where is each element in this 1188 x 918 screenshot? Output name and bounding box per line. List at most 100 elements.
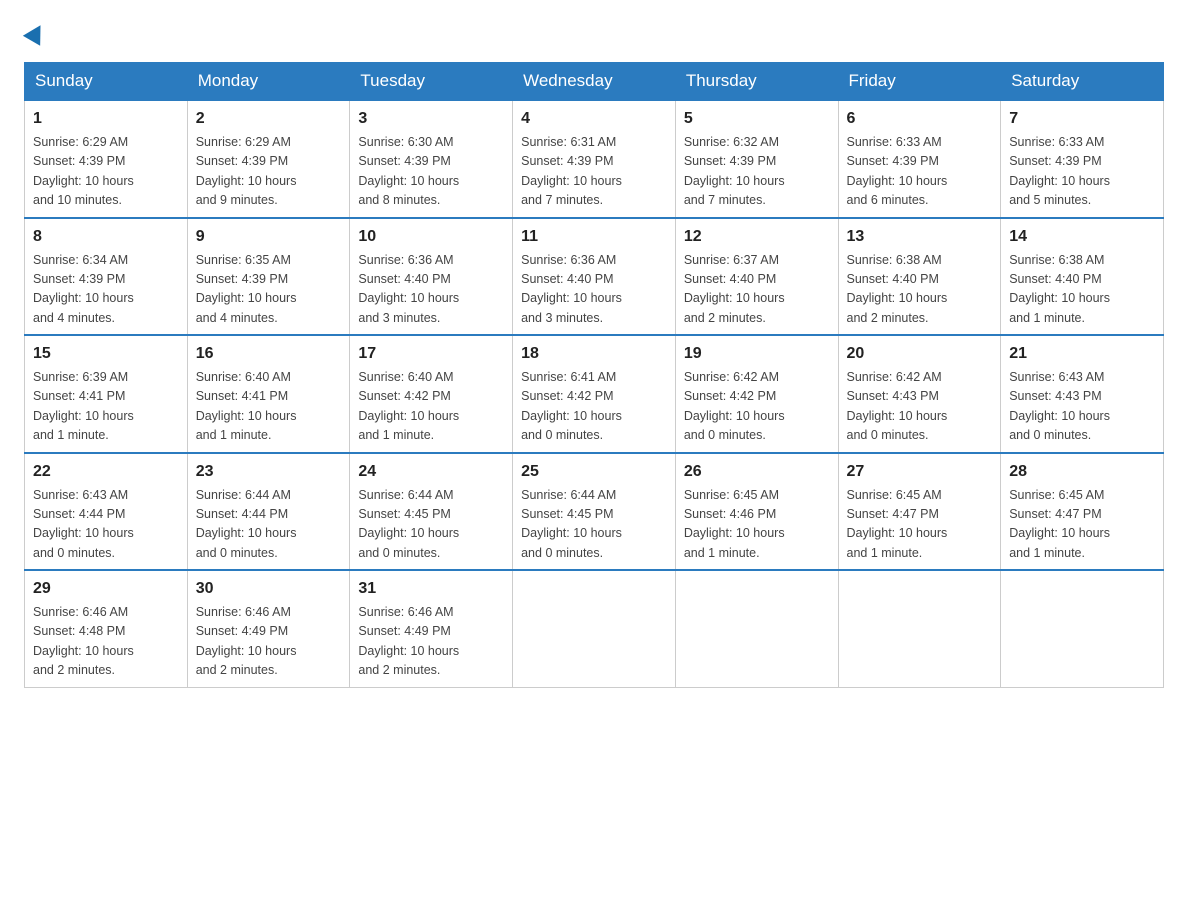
weekday-header-friday: Friday [838,63,1001,101]
day-number: 14 [1009,225,1155,249]
calendar-cell: 29Sunrise: 6:46 AMSunset: 4:48 PMDayligh… [25,570,188,687]
weekday-header-row: SundayMondayTuesdayWednesdayThursdayFrid… [25,63,1164,101]
week-row-3: 15Sunrise: 6:39 AMSunset: 4:41 PMDayligh… [25,335,1164,453]
day-info: Sunrise: 6:46 AMSunset: 4:49 PMDaylight:… [196,603,342,681]
day-info: Sunrise: 6:44 AMSunset: 4:44 PMDaylight:… [196,486,342,564]
day-number: 15 [33,342,179,366]
day-number: 24 [358,460,504,484]
calendar-cell: 5Sunrise: 6:32 AMSunset: 4:39 PMDaylight… [675,100,838,218]
day-number: 13 [847,225,993,249]
day-number: 5 [684,107,830,131]
weekday-header-thursday: Thursday [675,63,838,101]
day-info: Sunrise: 6:29 AMSunset: 4:39 PMDaylight:… [33,133,179,211]
calendar-cell: 6Sunrise: 6:33 AMSunset: 4:39 PMDaylight… [838,100,1001,218]
day-info: Sunrise: 6:45 AMSunset: 4:47 PMDaylight:… [1009,486,1155,564]
day-info: Sunrise: 6:45 AMSunset: 4:47 PMDaylight:… [847,486,993,564]
day-number: 31 [358,577,504,601]
calendar-cell: 16Sunrise: 6:40 AMSunset: 4:41 PMDayligh… [187,335,350,453]
day-info: Sunrise: 6:29 AMSunset: 4:39 PMDaylight:… [196,133,342,211]
calendar-cell [1001,570,1164,687]
weekday-header-saturday: Saturday [1001,63,1164,101]
day-number: 8 [33,225,179,249]
day-info: Sunrise: 6:42 AMSunset: 4:42 PMDaylight:… [684,368,830,446]
day-number: 6 [847,107,993,131]
day-number: 7 [1009,107,1155,131]
calendar-cell: 23Sunrise: 6:44 AMSunset: 4:44 PMDayligh… [187,453,350,571]
day-number: 9 [196,225,342,249]
day-number: 19 [684,342,830,366]
calendar-cell: 20Sunrise: 6:42 AMSunset: 4:43 PMDayligh… [838,335,1001,453]
weekday-header-monday: Monday [187,63,350,101]
calendar-cell [838,570,1001,687]
day-number: 12 [684,225,830,249]
day-info: Sunrise: 6:46 AMSunset: 4:49 PMDaylight:… [358,603,504,681]
weekday-header-sunday: Sunday [25,63,188,101]
day-number: 27 [847,460,993,484]
day-info: Sunrise: 6:41 AMSunset: 4:42 PMDaylight:… [521,368,667,446]
calendar-cell: 7Sunrise: 6:33 AMSunset: 4:39 PMDaylight… [1001,100,1164,218]
day-info: Sunrise: 6:40 AMSunset: 4:42 PMDaylight:… [358,368,504,446]
calendar-cell: 26Sunrise: 6:45 AMSunset: 4:46 PMDayligh… [675,453,838,571]
day-number: 28 [1009,460,1155,484]
calendar-cell: 11Sunrise: 6:36 AMSunset: 4:40 PMDayligh… [513,218,676,336]
day-number: 21 [1009,342,1155,366]
day-info: Sunrise: 6:46 AMSunset: 4:48 PMDaylight:… [33,603,179,681]
day-info: Sunrise: 6:36 AMSunset: 4:40 PMDaylight:… [358,251,504,329]
day-info: Sunrise: 6:37 AMSunset: 4:40 PMDaylight:… [684,251,830,329]
day-number: 30 [196,577,342,601]
calendar-table: SundayMondayTuesdayWednesdayThursdayFrid… [24,62,1164,688]
calendar-cell: 24Sunrise: 6:44 AMSunset: 4:45 PMDayligh… [350,453,513,571]
weekday-header-tuesday: Tuesday [350,63,513,101]
calendar-cell: 3Sunrise: 6:30 AMSunset: 4:39 PMDaylight… [350,100,513,218]
calendar-cell: 4Sunrise: 6:31 AMSunset: 4:39 PMDaylight… [513,100,676,218]
day-info: Sunrise: 6:33 AMSunset: 4:39 PMDaylight:… [847,133,993,211]
calendar-cell: 13Sunrise: 6:38 AMSunset: 4:40 PMDayligh… [838,218,1001,336]
calendar-cell: 9Sunrise: 6:35 AMSunset: 4:39 PMDaylight… [187,218,350,336]
calendar-cell: 8Sunrise: 6:34 AMSunset: 4:39 PMDaylight… [25,218,188,336]
calendar-cell: 17Sunrise: 6:40 AMSunset: 4:42 PMDayligh… [350,335,513,453]
calendar-cell: 1Sunrise: 6:29 AMSunset: 4:39 PMDaylight… [25,100,188,218]
day-number: 3 [358,107,504,131]
calendar-cell: 12Sunrise: 6:37 AMSunset: 4:40 PMDayligh… [675,218,838,336]
day-info: Sunrise: 6:35 AMSunset: 4:39 PMDaylight:… [196,251,342,329]
day-number: 17 [358,342,504,366]
day-info: Sunrise: 6:36 AMSunset: 4:40 PMDaylight:… [521,251,667,329]
weekday-header-wednesday: Wednesday [513,63,676,101]
day-number: 11 [521,225,667,249]
day-info: Sunrise: 6:39 AMSunset: 4:41 PMDaylight:… [33,368,179,446]
day-info: Sunrise: 6:32 AMSunset: 4:39 PMDaylight:… [684,133,830,211]
day-number: 4 [521,107,667,131]
day-number: 18 [521,342,667,366]
day-number: 16 [196,342,342,366]
logo [24,24,49,42]
day-info: Sunrise: 6:33 AMSunset: 4:39 PMDaylight:… [1009,133,1155,211]
calendar-cell: 18Sunrise: 6:41 AMSunset: 4:42 PMDayligh… [513,335,676,453]
week-row-4: 22Sunrise: 6:43 AMSunset: 4:44 PMDayligh… [25,453,1164,571]
logo-blue-text [24,24,49,42]
day-info: Sunrise: 6:34 AMSunset: 4:39 PMDaylight:… [33,251,179,329]
day-info: Sunrise: 6:44 AMSunset: 4:45 PMDaylight:… [358,486,504,564]
week-row-1: 1Sunrise: 6:29 AMSunset: 4:39 PMDaylight… [25,100,1164,218]
calendar-cell: 25Sunrise: 6:44 AMSunset: 4:45 PMDayligh… [513,453,676,571]
day-number: 29 [33,577,179,601]
calendar-cell: 15Sunrise: 6:39 AMSunset: 4:41 PMDayligh… [25,335,188,453]
calendar-cell: 21Sunrise: 6:43 AMSunset: 4:43 PMDayligh… [1001,335,1164,453]
day-info: Sunrise: 6:43 AMSunset: 4:44 PMDaylight:… [33,486,179,564]
day-info: Sunrise: 6:30 AMSunset: 4:39 PMDaylight:… [358,133,504,211]
day-info: Sunrise: 6:42 AMSunset: 4:43 PMDaylight:… [847,368,993,446]
calendar-cell: 2Sunrise: 6:29 AMSunset: 4:39 PMDaylight… [187,100,350,218]
day-number: 26 [684,460,830,484]
logo-triangle-icon [23,20,49,46]
day-number: 1 [33,107,179,131]
calendar-cell: 28Sunrise: 6:45 AMSunset: 4:47 PMDayligh… [1001,453,1164,571]
calendar-cell [675,570,838,687]
page-header [24,24,1164,42]
week-row-5: 29Sunrise: 6:46 AMSunset: 4:48 PMDayligh… [25,570,1164,687]
day-number: 10 [358,225,504,249]
day-number: 20 [847,342,993,366]
day-info: Sunrise: 6:40 AMSunset: 4:41 PMDaylight:… [196,368,342,446]
calendar-cell: 10Sunrise: 6:36 AMSunset: 4:40 PMDayligh… [350,218,513,336]
day-info: Sunrise: 6:45 AMSunset: 4:46 PMDaylight:… [684,486,830,564]
day-info: Sunrise: 6:31 AMSunset: 4:39 PMDaylight:… [521,133,667,211]
calendar-cell: 19Sunrise: 6:42 AMSunset: 4:42 PMDayligh… [675,335,838,453]
